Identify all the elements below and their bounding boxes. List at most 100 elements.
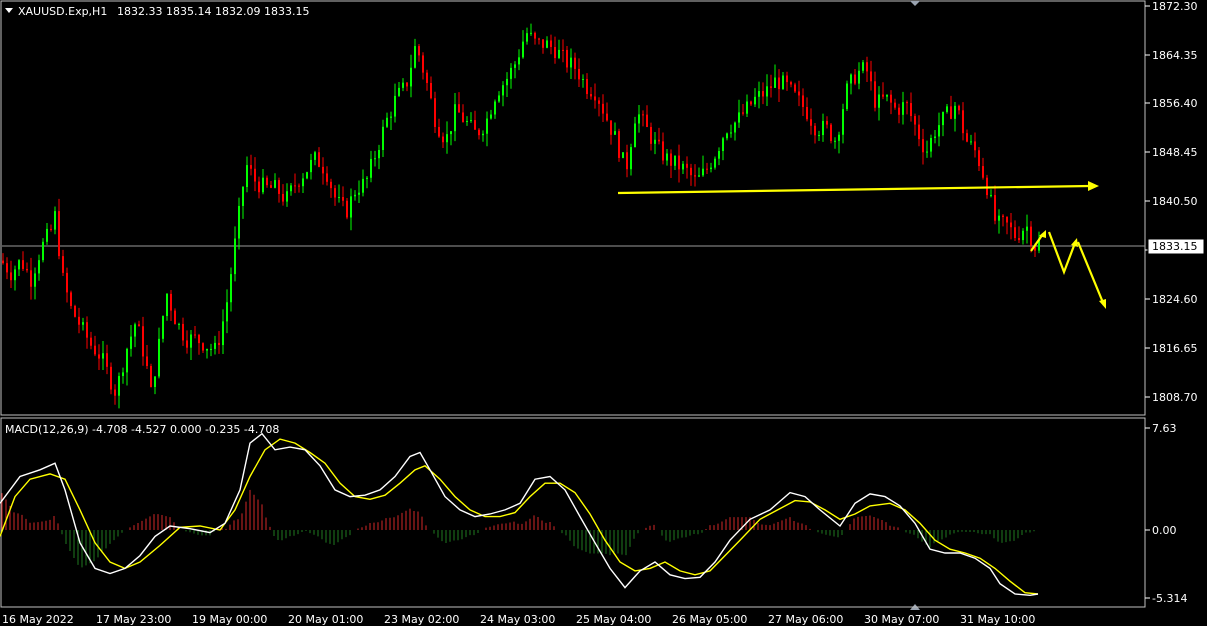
candle-body <box>898 107 900 115</box>
candle-body <box>742 112 744 114</box>
candle-body <box>346 200 348 218</box>
candle-body <box>78 316 80 325</box>
macd-label: MACD(12,26,9) -4.708 -4.527 0.000 -0.235… <box>5 423 279 436</box>
candle-body <box>790 82 792 85</box>
candle-body <box>602 103 604 114</box>
candle-body <box>646 114 648 127</box>
candle-body <box>402 82 404 88</box>
candle-body <box>178 323 180 325</box>
candle-body <box>386 117 388 127</box>
candle-body <box>650 126 652 144</box>
price-tick: 1848.45 <box>1152 146 1198 159</box>
candle-body <box>962 110 964 134</box>
candle-body <box>330 181 332 189</box>
candle-body <box>234 238 236 275</box>
time-label: 16 May 2022 <box>2 613 74 626</box>
candle-body <box>42 241 44 261</box>
candle-body <box>162 316 164 339</box>
candle-body <box>894 102 896 108</box>
candle-body <box>610 120 612 135</box>
candle-body <box>262 177 264 193</box>
candle-body <box>634 123 636 148</box>
candle-body <box>974 141 976 151</box>
candle-body <box>442 136 444 143</box>
candle-body <box>886 94 888 97</box>
candle-body <box>494 101 496 115</box>
candle-body <box>354 194 356 197</box>
candle-body <box>430 82 432 99</box>
candle-body <box>498 95 500 102</box>
candle-body <box>846 83 848 110</box>
candle-body <box>266 177 268 186</box>
time-label: 26 May 05:00 <box>672 613 747 626</box>
candle-body <box>842 109 844 135</box>
candle-body <box>778 77 780 90</box>
candle-body <box>62 256 64 273</box>
candle-body <box>18 260 20 270</box>
candle-body <box>754 96 756 105</box>
candle-body <box>522 41 524 58</box>
candle-body <box>750 101 752 105</box>
candle-body <box>618 131 620 158</box>
candle-body <box>946 106 948 112</box>
candle-body <box>870 71 872 82</box>
candle-body <box>258 181 260 193</box>
chart-canvas[interactable]: 1872.30 1864.35 1856.40 1848.45 1840.50 … <box>0 0 1207 626</box>
price-tick: 1856.40 <box>1152 97 1198 110</box>
candle-body <box>158 338 160 377</box>
candle-body <box>1026 226 1028 231</box>
candle-body <box>370 158 372 178</box>
candle-body <box>814 125 816 136</box>
candle-body <box>998 215 1000 221</box>
candle-body <box>446 134 448 143</box>
candle-body <box>866 62 868 72</box>
time-label: 19 May 00:00 <box>192 613 267 626</box>
candle-body <box>534 32 536 39</box>
candle-body <box>622 152 624 158</box>
candle-body <box>570 57 572 68</box>
time-label: 17 May 23:00 <box>96 613 171 626</box>
candle-body <box>146 356 148 366</box>
candle-body <box>186 340 188 348</box>
candle-body <box>230 274 232 303</box>
candle-body <box>66 272 68 293</box>
candle-body <box>678 155 680 170</box>
candle-body <box>738 112 740 123</box>
candle-body <box>526 33 528 42</box>
candle-body <box>322 166 324 174</box>
candle-body <box>50 228 52 230</box>
price-tick: 1816.65 <box>1152 342 1198 355</box>
candle-body <box>574 57 576 69</box>
candle-body <box>810 119 812 126</box>
candle-body <box>578 68 580 80</box>
candle-body <box>958 105 960 111</box>
candle-body <box>598 100 600 104</box>
candle-body <box>126 348 128 373</box>
time-label: 27 May 06:00 <box>768 613 843 626</box>
candle-body <box>978 150 980 167</box>
candle-body <box>410 67 412 87</box>
candle-body <box>530 32 532 34</box>
candle-body <box>310 159 312 173</box>
candle-body <box>418 46 420 56</box>
candle-body <box>670 153 672 166</box>
candle-body <box>58 211 60 257</box>
candle-body <box>770 86 772 88</box>
candle-body <box>282 193 284 202</box>
candle-body <box>714 158 716 168</box>
candle-body <box>138 324 140 327</box>
candle-body <box>638 114 640 124</box>
candle-body <box>822 120 824 136</box>
candle-body <box>686 163 688 168</box>
candle-body <box>882 94 884 97</box>
candle-body <box>586 78 588 95</box>
candle-body <box>210 348 212 350</box>
candle-body <box>286 191 288 202</box>
candle-body <box>434 98 436 127</box>
candle-body <box>82 322 84 325</box>
candle-body <box>2 260 4 264</box>
candle-body <box>890 94 892 103</box>
candle-body <box>326 173 328 182</box>
candle-body <box>850 74 852 84</box>
candle-body <box>134 324 136 337</box>
